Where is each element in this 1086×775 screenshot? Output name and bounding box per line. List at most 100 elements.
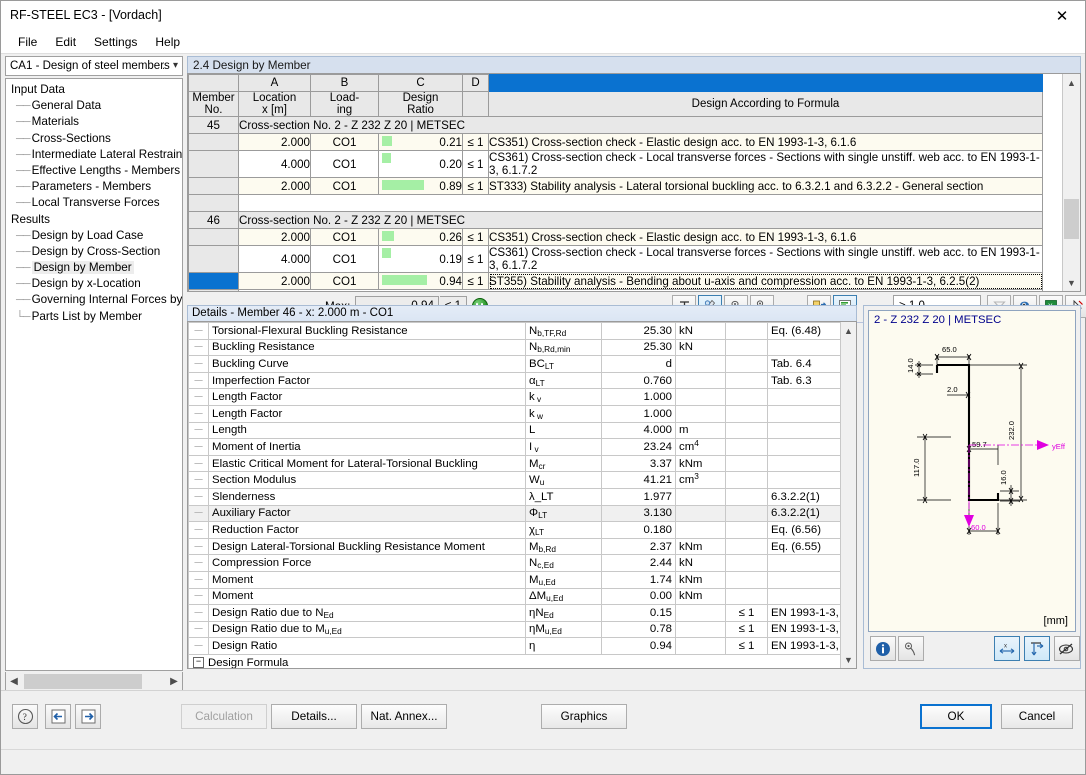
detail-row-highlighted[interactable]: ─ Auxiliary Factor ΦLT 3.130 6.3.2.2(1) [188, 504, 856, 523]
col-letter-a[interactable]: A [238, 74, 311, 92]
ok-button[interactable]: OK [920, 704, 992, 729]
details-table-container[interactable]: ─ Torsional-Flexural Buckling Resistance N… [187, 321, 857, 669]
detail-row[interactable]: ─ Reduction Factor χLT 0.180 Eq. (6.56) [188, 521, 856, 539]
sidebar-item-parts-list-by-member[interactable]: └─ Parts List by Member [6, 309, 182, 325]
member-section-row[interactable]: 45 Cross-section No. 2 - Z 232 Z 20 | ME… [188, 116, 1043, 134]
graphics-button[interactable]: Graphics [541, 704, 627, 729]
scroll-right-icon[interactable]: ▶ [166, 673, 182, 690]
rendering-icon-button[interactable] [898, 636, 924, 661]
chevron-down-icon[interactable]: ▾ [173, 60, 178, 71]
col-letter-b[interactable]: B [310, 74, 379, 92]
col-letter-e[interactable] [488, 74, 1043, 92]
navigator-tree[interactable]: Input Data ── General Data ── Materials ──… [5, 78, 183, 671]
navigator-horizontal-scrollbar[interactable]: ◀ ▶ [5, 672, 183, 691]
scroll-left-icon[interactable]: ◀ [6, 673, 22, 690]
next-icon-button[interactable] [75, 704, 101, 729]
detail-row[interactable]: ─ Design Ratio η 0.94 ≤ 1 EN 1993-1-3, [188, 637, 856, 655]
detail-row[interactable]: ─ Section Modulus Wu 41.21 cm3 [188, 471, 856, 489]
menu-help[interactable]: Help [146, 33, 189, 51]
table-row[interactable]: 2.000 CO1 0.26 ≤ 1 CS351) Cross-section … [188, 228, 1043, 246]
case-selector-combo[interactable]: CA1 - Design of steel members . ▾ [5, 56, 183, 76]
menu-file[interactable]: File [9, 33, 46, 51]
dimension-y-icon-button[interactable] [1024, 636, 1050, 661]
menu-settings[interactable]: Settings [85, 33, 146, 51]
previous-icon-button[interactable] [45, 704, 71, 729]
detail-row[interactable]: ─ Buckling Curve BCLT d Tab. 6.4 [188, 355, 856, 373]
results-table-container[interactable]: A B C D Member No. Location x [m] Load- … [187, 73, 1081, 292]
menu-edit[interactable]: Edit [46, 33, 85, 51]
detail-row[interactable]: ─ Moment Mu,Ed 1.74 kNm [188, 570, 856, 589]
table-row[interactable]: 4.000 CO1 0.19 ≤ 1 CS361) Cross-section … [188, 245, 1043, 273]
sidebar-item-design-by-cross-section[interactable]: ── Design by Cross-Section [6, 244, 182, 260]
cross-section-canvas[interactable]: 2 - Z 232 Z 20 | METSEC 65.0 14.0 2.0 23… [868, 310, 1076, 632]
scroll-up-icon[interactable]: ▲ [1063, 74, 1080, 91]
sidebar-item-materials[interactable]: ── Materials [6, 114, 182, 130]
col-letter-d[interactable]: D [462, 74, 489, 92]
sidebar-item-design-by-load-case[interactable]: ── Design by Load Case [6, 228, 182, 244]
row-marker[interactable] [188, 133, 239, 151]
table-row[interactable]: 2.000 CO1 0.21 ≤ 1 CS351) Cross-section … [188, 133, 1043, 151]
info-icon-button[interactable] [870, 636, 896, 661]
table-row-selected[interactable]: 2.000 CO1 0.94 ≤ 1 ST355) Stability anal… [188, 272, 1043, 290]
detail-row[interactable]: ─ Moment of Inertia I v 23.24 cm4 [188, 438, 856, 456]
detail-value: 3.130 [601, 504, 676, 523]
cancel-button[interactable]: Cancel [1001, 704, 1073, 729]
collapse-icon[interactable]: − [193, 657, 204, 668]
nat-annex-button[interactable]: Nat. Annex... [361, 704, 447, 729]
row-marker[interactable] [188, 228, 239, 246]
detail-group-cell[interactable]: − Design Formula [188, 653, 856, 668]
details-scrollbar[interactable]: ▲ ▼ [840, 322, 856, 668]
scroll-down-icon[interactable]: ▼ [1063, 274, 1080, 291]
details-button[interactable]: Details... [271, 704, 357, 729]
hide-dimensions-icon-button[interactable] [1054, 636, 1080, 661]
detail-row[interactable]: ─ Length L 4.000 m [188, 421, 856, 440]
sidebar-item-effective-lengths-members[interactable]: ── Effective Lengths - Members [6, 163, 182, 179]
detail-row[interactable]: ─ Imperfection Factor αLT 0.760 Tab. 6.3 [188, 371, 856, 390]
sidebar-item-cross-sections[interactable]: ── Cross-Sections [6, 131, 182, 147]
scroll-down-icon[interactable]: ▼ [841, 651, 856, 668]
detail-row[interactable]: ─ Buckling Resistance Nb,Rd,min 25.30 kN [188, 338, 856, 357]
details-table[interactable]: ─ Torsional-Flexural Buckling Resistance N… [188, 322, 856, 668]
detail-group-row[interactable]: − Design Formula [188, 653, 856, 668]
tree-connector-icon: ─ [188, 404, 209, 423]
row-marker[interactable] [188, 245, 239, 273]
sidebar-item-intermediate-lateral-restraints[interactable]: ── Intermediate Lateral Restraints [6, 147, 182, 163]
dimension-x-icon-button[interactable]: x [994, 636, 1020, 661]
scroll-thumb[interactable] [1064, 199, 1079, 239]
col-letter-c[interactable]: C [378, 74, 463, 92]
sidebar-item-design-by-x-location[interactable]: ── Design by x-Location [6, 276, 182, 292]
sidebar-item-local-transverse-forces[interactable]: ── Local Transverse Forces [6, 195, 182, 211]
member-section-row[interactable]: 46 Cross-section No. 2 - Z 232 Z 20 | ME… [188, 211, 1043, 229]
detail-row[interactable]: ─ Moment ΔMu,Ed 0.00 kNm [188, 587, 856, 606]
detail-row[interactable]: ─ Length Factor k w 1.000 [188, 404, 856, 423]
detail-row[interactable]: ─ Design Lateral-Torsional Buckling Resis… [188, 537, 856, 556]
help-icon-button[interactable]: ? [12, 704, 38, 729]
row-marker[interactable] [188, 194, 239, 212]
detail-row[interactable]: ─ Torsional-Flexural Buckling Resistance N… [188, 322, 856, 340]
tree-group-results[interactable]: Results [6, 212, 182, 228]
table-row[interactable]: 2.000 CO1 0.89 ≤ 1 ST333) Stability anal… [188, 177, 1043, 195]
detail-row[interactable]: ─ Elastic Critical Moment for Lateral-Tor… [188, 454, 856, 473]
calculation-button[interactable]: Calculation [181, 704, 267, 729]
tree-group-input-data[interactable]: Input Data [6, 82, 182, 98]
scroll-up-icon[interactable]: ▲ [841, 322, 856, 339]
sidebar-item-general-data[interactable]: ── General Data [6, 98, 182, 114]
row-marker[interactable] [188, 150, 239, 178]
detail-row[interactable]: ─ Compression Force Nc,Ed 2.44 kN [188, 554, 856, 572]
table-row[interactable]: 4.000 CO1 0.20 ≤ 1 CS361) Cross-section … [188, 150, 1043, 178]
detail-row[interactable]: ─ Length Factor k v 1.000 [188, 388, 856, 406]
detail-row[interactable]: ─ Design Ratio due to NEd ηNEd 0.15 ≤ 1 EN 19… [188, 604, 856, 622]
close-icon[interactable]: ✕ [1039, 1, 1085, 31]
results-table[interactable]: A B C D Member No. Location x [m] Load- … [188, 74, 1043, 291]
results-table-scrollbar[interactable]: ▲ ▼ [1062, 74, 1080, 291]
row-marker[interactable] [188, 177, 239, 195]
detail-row[interactable]: ─ Slenderness λ_LT 1.977 6.3.2.2(1) [188, 487, 856, 506]
scroll-thumb[interactable] [24, 673, 142, 689]
sidebar-item-parameters-members[interactable]: ── Parameters - Members [6, 179, 182, 195]
sidebar-item-governing-internal-forces[interactable]: ── Governing Internal Forces by M [6, 292, 182, 308]
detail-row[interactable]: ─ Design Ratio due to Mu,Ed ηMu,Ed 0.78 ≤ 1E… [188, 620, 856, 639]
scroll-track[interactable] [22, 672, 166, 690]
sidebar-item-design-by-member[interactable]: ── Design by Member [6, 260, 182, 276]
detail-limit: ≤ 1 [725, 637, 768, 655]
row-marker-selected[interactable] [188, 272, 239, 290]
